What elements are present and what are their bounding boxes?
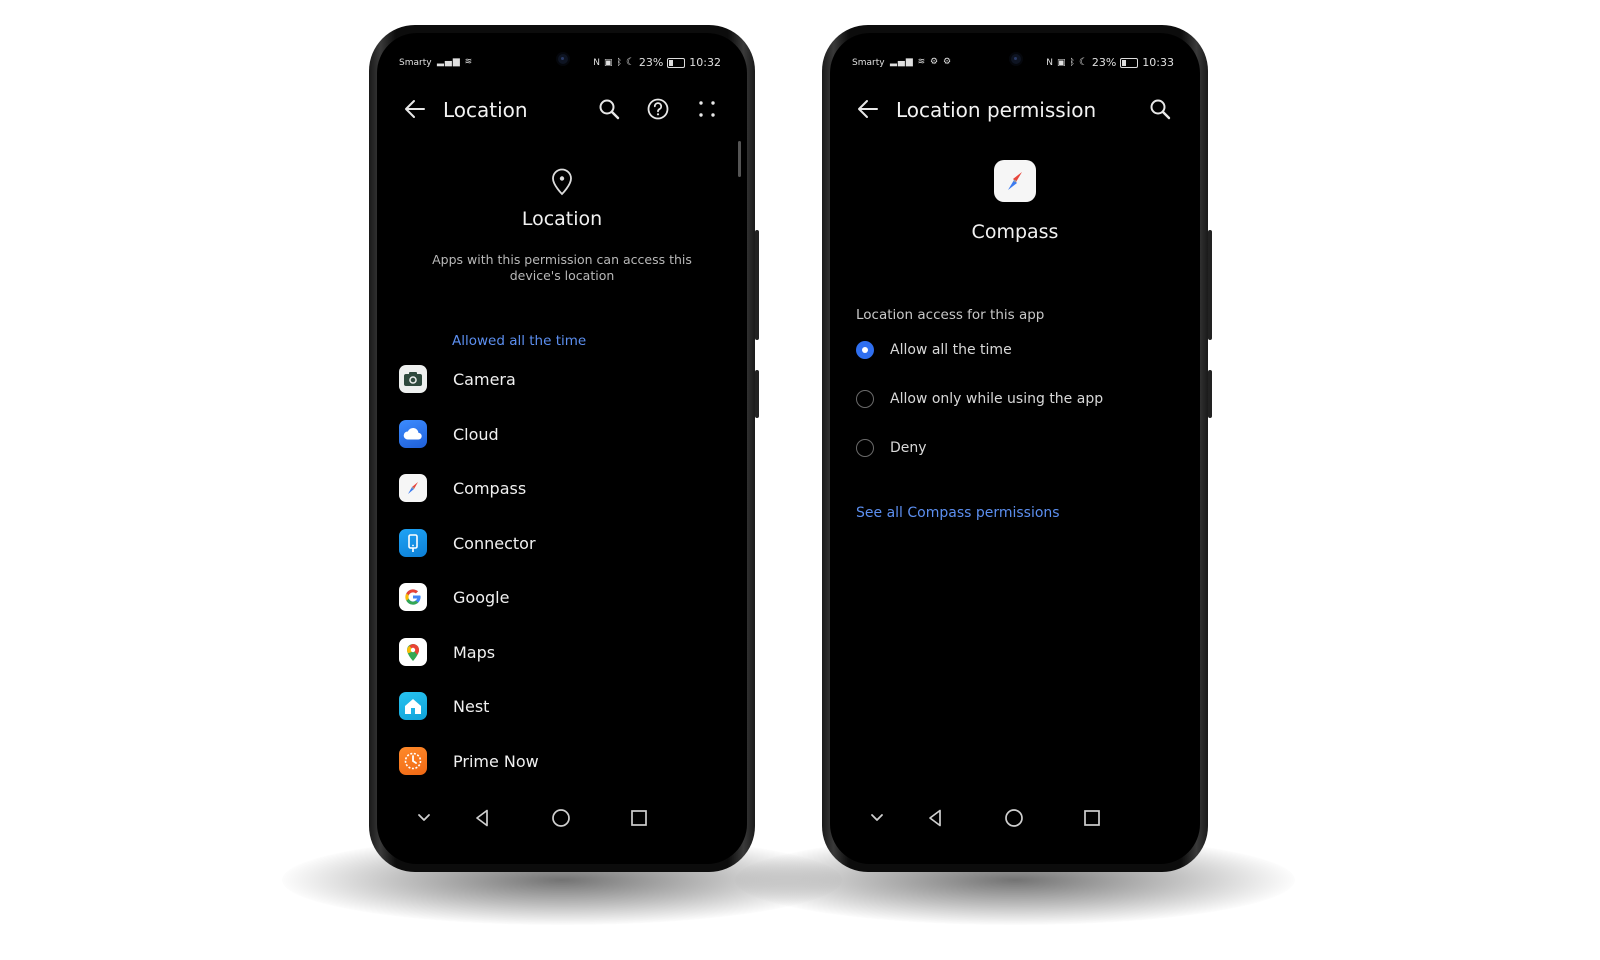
app-row-compass[interactable]: Compass <box>399 468 727 508</box>
moon-icon: ☾ <box>625 57 635 68</box>
battery-icon <box>667 57 686 68</box>
app-row-connector[interactable]: Connector <box>399 523 727 563</box>
app-bar: Location <box>377 93 747 129</box>
page-title: Location permission <box>896 98 1097 122</box>
front-camera <box>1011 54 1021 64</box>
maps-icon <box>399 638 427 666</box>
compass-app-icon <box>994 160 1036 202</box>
status-right: N ▣ ᛒ ☾ 23% 10:32 <box>593 56 721 69</box>
page-title: Location <box>443 98 528 122</box>
home-nav-icon[interactable] <box>1000 804 1028 832</box>
app-row-cloud[interactable]: Cloud <box>399 414 727 454</box>
compass-icon <box>1008 172 1022 190</box>
power-button <box>1208 370 1212 418</box>
screen-left: Smarty ▂▄▆ ≋ N ▣ ᛒ ☾ 23% 10:32 Location <box>377 33 747 864</box>
app-title: Compass <box>971 221 1059 243</box>
status-right: N ▣ ᛒ ☾ 23% 10:33 <box>1046 56 1174 69</box>
carrier-label: Smarty <box>399 58 432 68</box>
front-camera <box>558 54 568 64</box>
hero-title: Location <box>521 208 603 230</box>
app-bar: Location permission <box>830 93 1200 129</box>
navigation-bar <box>830 804 1200 840</box>
app-row-nest[interactable]: Nest <box>399 686 727 726</box>
app-name: Google <box>453 587 510 607</box>
camera-icon <box>399 365 427 393</box>
option-allow-all-time[interactable]: Allow all the time <box>856 336 1180 364</box>
app-row-prime-now[interactable]: Prime Now <box>399 741 727 781</box>
app-row-google[interactable]: Google <box>399 577 727 617</box>
google-icon <box>399 583 427 611</box>
help-icon[interactable] <box>644 95 672 123</box>
radio-button[interactable] <box>856 439 874 457</box>
nfc-icon: N <box>1046 57 1053 68</box>
carrier-label: Smarty <box>852 58 885 68</box>
section-allowed-all-time: Allowed all the time <box>452 333 587 349</box>
battery-icon <box>1120 57 1139 68</box>
scrollbar[interactable] <box>738 141 741 177</box>
radio-button[interactable] <box>856 390 874 408</box>
app-name: Nest <box>453 696 490 716</box>
clock: 10:32 <box>689 56 721 69</box>
app-row-camera[interactable]: Camera <box>399 359 727 399</box>
location-pin-icon <box>552 168 572 196</box>
see-all-permissions-link[interactable]: See all Compass permissions <box>856 505 1060 521</box>
vibrate-icon: ▣ <box>603 57 613 68</box>
connector-icon <box>399 529 427 557</box>
back-nav-icon[interactable] <box>469 804 497 832</box>
search-icon[interactable] <box>1146 95 1174 123</box>
app-name: Compass <box>453 478 527 498</box>
battery-percent: 23% <box>638 56 664 69</box>
app-name: Cloud <box>453 424 499 444</box>
recents-nav-icon[interactable] <box>1078 804 1106 832</box>
option-label: Allow all the time <box>890 342 1012 358</box>
battery-percent: 23% <box>1091 56 1117 69</box>
vibrate-icon: ▣ <box>1056 57 1066 68</box>
app-name: Camera <box>453 369 516 389</box>
moon-icon: ☾ <box>1078 57 1088 68</box>
back-arrow-icon[interactable] <box>401 95 429 123</box>
option-label: Allow only while using the app <box>890 391 1104 407</box>
app-name: Connector <box>453 533 536 553</box>
phone-left: Smarty ▂▄▆ ≋ N ▣ ᛒ ☾ 23% 10:32 Location <box>369 25 759 872</box>
nest-icon <box>399 692 427 720</box>
hero-description: Apps with this permission can access thi… <box>432 252 692 283</box>
compass-icon <box>399 474 427 502</box>
signal-wifi-icon: ▂▄▆ ≋ <box>437 57 474 67</box>
app-row-maps[interactable]: Maps <box>399 632 727 672</box>
volume-button <box>1208 230 1212 340</box>
search-icon[interactable] <box>595 95 623 123</box>
app-name: Prime Now <box>453 751 539 771</box>
signal-wifi-icon: ▂▄▆ ≋ ⚙ ⚙ <box>890 57 953 67</box>
prime-now-icon <box>399 747 427 775</box>
phone-right: Smarty ▂▄▆ ≋ ⚙ ⚙ N ▣ ᛒ ☾ 23% 10:33 Locat… <box>822 25 1212 872</box>
bluetooth-icon: ᛒ <box>616 57 622 68</box>
option-label: Deny <box>890 440 927 456</box>
recents-nav-icon[interactable] <box>625 804 653 832</box>
cloud-icon <box>399 420 427 448</box>
bluetooth-icon: ᛒ <box>1069 57 1075 68</box>
nfc-icon: N <box>593 57 600 68</box>
back-nav-icon[interactable] <box>922 804 950 832</box>
back-arrow-icon[interactable] <box>854 95 882 123</box>
more-options-icon[interactable] <box>693 95 721 123</box>
screen-right: Smarty ▂▄▆ ≋ ⚙ ⚙ N ▣ ᛒ ☾ 23% 10:33 Locat… <box>830 33 1200 864</box>
chevron-down-icon[interactable] <box>863 804 891 832</box>
power-button <box>755 370 759 418</box>
permission-title: Location access for this app <box>856 307 1045 323</box>
option-deny[interactable]: Deny <box>856 434 1180 462</box>
volume-button <box>755 230 759 340</box>
navigation-bar <box>377 804 747 840</box>
option-allow-while-using[interactable]: Allow only while using the app <box>856 385 1180 413</box>
home-nav-icon[interactable] <box>547 804 575 832</box>
chevron-down-icon[interactable] <box>410 804 438 832</box>
radio-button[interactable] <box>856 341 874 359</box>
app-name: Maps <box>453 642 496 662</box>
clock: 10:33 <box>1142 56 1174 69</box>
